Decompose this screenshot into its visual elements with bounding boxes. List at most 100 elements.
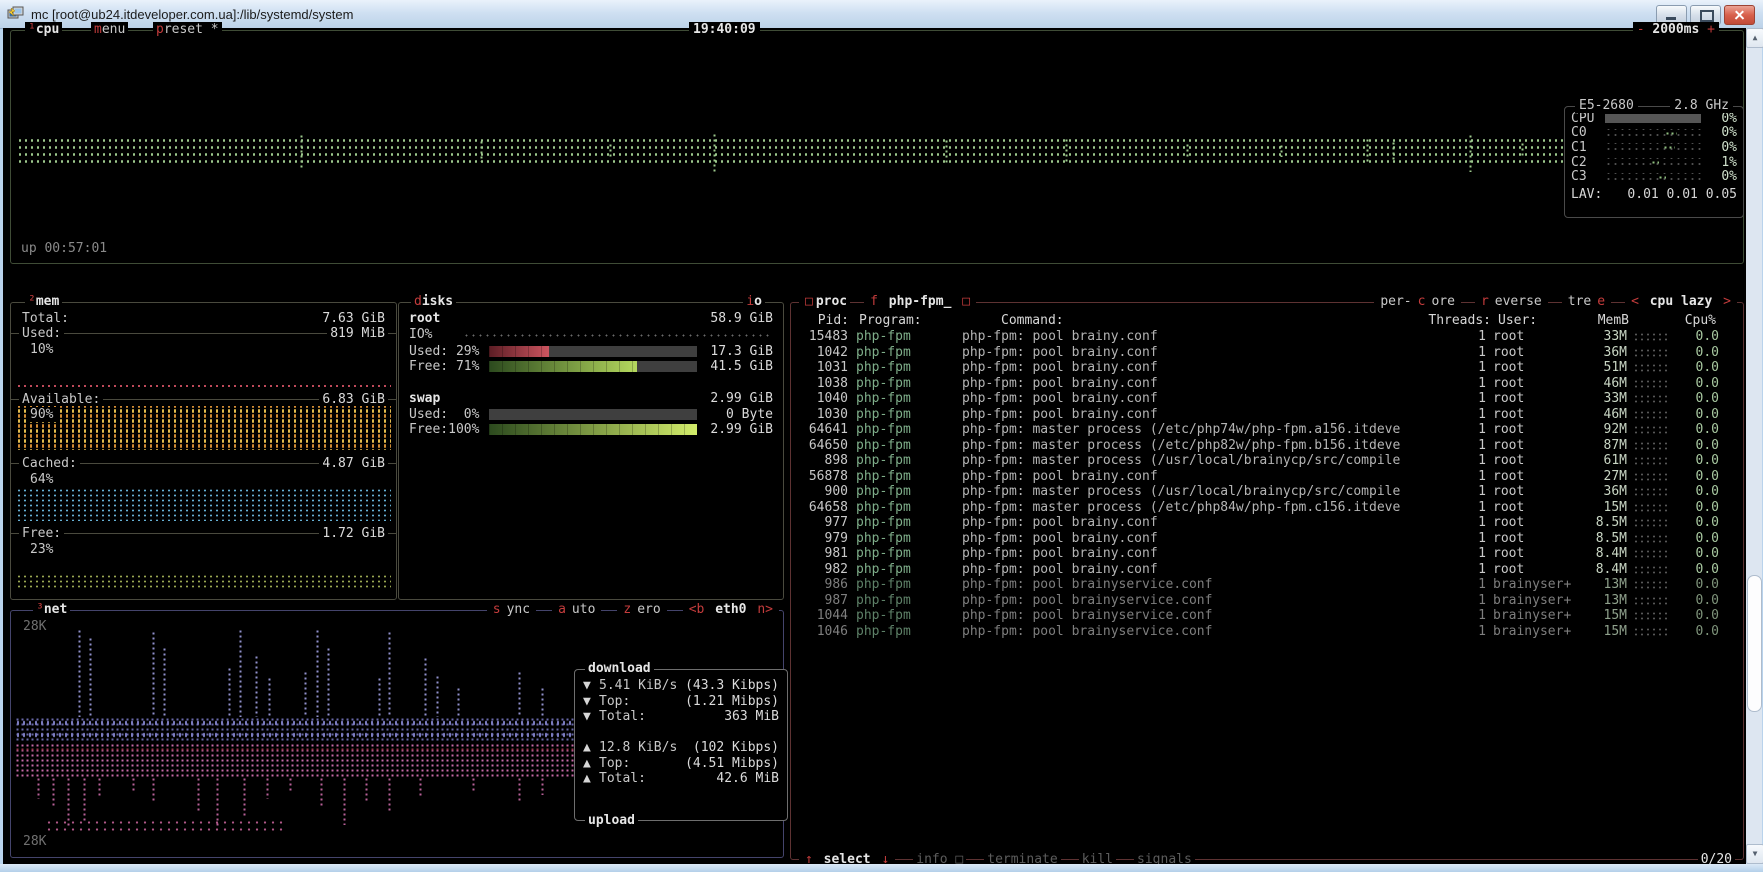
process-row[interactable]: 1044 php-fpm php-fpm: pool brainyservice…: [792, 608, 1742, 624]
process-row[interactable]: 1040 php-fpm php-fpm: pool brainy.conf 1…: [792, 391, 1742, 407]
process-row[interactable]: 900 php-fpm php-fpm: master process (/us…: [792, 484, 1742, 500]
disk-used-bar: [489, 346, 697, 357]
process-row[interactable]: 56878 php-fpm php-fpm: pool brainy.conf …: [792, 469, 1742, 485]
window-bottom-border: [0, 864, 1763, 872]
tab-net[interactable]: ³net: [33, 602, 70, 617]
cpu-panel: ¹cpu menu preset * 19:40:09 - 2000ms + u…: [10, 30, 1744, 264]
iface-next[interactable]: n>: [754, 602, 776, 617]
terminal: ¹cpu menu preset * 19:40:09 - 2000ms + u…: [3, 28, 1746, 864]
mem-available-row: Available:6.83 GiB: [11, 392, 396, 407]
sort-next[interactable]: >: [1720, 294, 1734, 309]
down-arrow-icon: ▼: [583, 709, 599, 724]
process-row[interactable]: 987 php-fpm php-fpm: pool brainyservice.…: [792, 593, 1742, 609]
mem-minigraph: [1633, 363, 1671, 372]
process-row[interactable]: 898 php-fpm php-fpm: master process (/us…: [792, 453, 1742, 469]
core-graph: [1605, 129, 1701, 137]
sort-selector[interactable]: < cpu lazy >: [1625, 294, 1737, 309]
interval-control[interactable]: - 2000ms +: [1633, 22, 1719, 37]
download-speed-row: ▼ 5.41 KiB/s (43.3 Kibps): [583, 678, 779, 694]
iface-name: eth0: [715, 602, 746, 617]
scrollbar[interactable]: ▲ ▼: [1746, 28, 1762, 864]
process-row[interactable]: 981 php-fpm php-fpm: pool brainy.conf 1 …: [792, 546, 1742, 562]
scrollbar-thumb[interactable]: [1747, 575, 1762, 712]
swap-free-bar: [489, 424, 697, 435]
title-bar[interactable]: mc [root@ub24.itdeveloper.com.ua]:/lib/s…: [0, 0, 1763, 29]
preset-button[interactable]: preset *: [153, 22, 222, 37]
download-total-row: ▼ Total: 363 MiB: [583, 709, 779, 725]
iface-switcher[interactable]: <b eth0 n>: [683, 602, 779, 617]
tab-mem[interactable]: ²mem: [25, 294, 62, 309]
core-graph: [1605, 173, 1701, 181]
cpu-graph-spikes: [17, 101, 1737, 211]
mem-available-graph: [16, 406, 391, 450]
zero-button[interactable]: zero: [617, 602, 666, 617]
mem-minigraph: [1633, 534, 1671, 543]
iface-prev[interactable]: <b: [686, 602, 708, 617]
mem-minigraph: [1633, 441, 1671, 450]
process-row[interactable]: 15483 php-fpm php-fpm: pool brainy.conf …: [792, 329, 1742, 345]
interval-minus[interactable]: -: [1637, 22, 1645, 37]
process-row[interactable]: 1046 php-fpm php-fpm: pool brainyservice…: [792, 624, 1742, 640]
process-row[interactable]: 1030 php-fpm php-fpm: pool brainy.conf 1…: [792, 407, 1742, 423]
process-row[interactable]: 64641 php-fpm php-fpm: master process (/…: [792, 422, 1742, 438]
tree-toggle[interactable]: tree: [1562, 294, 1611, 309]
cpu-model: E5-2680: [1575, 98, 1638, 113]
net-scale-top: 28K: [21, 619, 48, 634]
mem-minigraph: [1633, 580, 1671, 589]
close-button[interactable]: [1724, 5, 1755, 25]
mem-minigraph: [1633, 394, 1671, 403]
mem-minigraph: [1633, 410, 1671, 419]
scroll-down-icon[interactable]: ▼: [1746, 844, 1763, 864]
filter-input[interactable]: php-fpm_: [889, 294, 952, 309]
mem-minigraph: [1633, 596, 1671, 605]
mem-minigraph: [1633, 487, 1671, 496]
process-row[interactable]: 64650 php-fpm php-fpm: master process (/…: [792, 438, 1742, 454]
mem-cached-graph: [16, 488, 391, 521]
scroll-up-icon[interactable]: ▲: [1746, 28, 1763, 48]
mem-minigraph: [1633, 503, 1671, 512]
process-row[interactable]: 977 php-fpm php-fpm: pool brainy.conf 1 …: [792, 515, 1742, 531]
mem-minigraph: [1633, 379, 1671, 388]
mem-used-graph: [16, 383, 391, 390]
swap-free-row: Free:100% 2.99 GiB: [399, 422, 783, 437]
down-arrow-icon: ▼: [583, 694, 599, 709]
cpu-freq: 2.8 GHz: [1670, 98, 1733, 113]
cpu-usage-bar: [1605, 114, 1701, 123]
mem-minigraph: [1633, 518, 1671, 527]
process-row[interactable]: 64658 php-fpm php-fpm: master process (/…: [792, 500, 1742, 516]
io-toggle[interactable]: io: [743, 294, 765, 309]
reverse-toggle[interactable]: reverse: [1475, 294, 1548, 309]
per-core-toggle[interactable]: per-core: [1374, 294, 1461, 309]
sync-button[interactable]: sync: [487, 602, 536, 617]
cpu-total-row: CPU 0%: [1571, 111, 1737, 126]
sort-prev[interactable]: <: [1628, 294, 1642, 309]
swap-row: swap 2.99 GiB: [399, 391, 783, 406]
upload-total-row: ▲ Total: 42.6 MiB: [583, 771, 779, 787]
proc-filter[interactable]: f php-fpm_ □: [864, 294, 976, 309]
download-top-row: ▼ Top: (1.21 Mibps): [583, 694, 779, 710]
process-row[interactable]: 982 php-fpm php-fpm: pool brainy.conf 1 …: [792, 562, 1742, 578]
up-arrow-icon: ▲: [583, 771, 599, 786]
interval-plus[interactable]: +: [1707, 22, 1715, 37]
disk-io-row: IO%: [399, 327, 783, 342]
mem-used-row: Used:819 MiB: [11, 326, 396, 341]
io-graph: [463, 333, 769, 338]
auto-button[interactable]: auto: [552, 602, 601, 617]
upload-speed-row: ▲ 12.8 KiB/s (102 Kibps): [583, 740, 779, 756]
net-scale-bottom: 28K: [21, 834, 48, 849]
mem-minigraph: [1633, 456, 1671, 465]
tab-proc[interactable]: □proc: [799, 294, 850, 309]
swap-used-bar: [489, 409, 697, 420]
disks-title[interactable]: disks: [411, 294, 456, 309]
mem-cached-row: Cached:4.87 GiB: [11, 456, 396, 471]
process-row[interactable]: 979 php-fpm php-fpm: pool brainy.conf 1 …: [792, 531, 1742, 547]
filter-clear-icon[interactable]: □: [959, 294, 973, 309]
process-row[interactable]: 1038 php-fpm php-fpm: pool brainy.conf 1…: [792, 376, 1742, 392]
menu-button[interactable]: menu: [91, 22, 128, 37]
mem-panel: ²mem Total:7.63 GiB Used:819 MiB 10% Ava…: [10, 302, 397, 600]
mem-used-pct: 10%: [27, 342, 56, 357]
process-row[interactable]: 986 php-fpm php-fpm: pool brainyservice.…: [792, 577, 1742, 593]
process-row[interactable]: 1031 php-fpm php-fpm: pool brainy.conf 1…: [792, 360, 1742, 376]
process-row[interactable]: 1042 php-fpm php-fpm: pool brainy.conf 1…: [792, 345, 1742, 361]
tab-cpu[interactable]: ¹cpu: [25, 22, 62, 37]
